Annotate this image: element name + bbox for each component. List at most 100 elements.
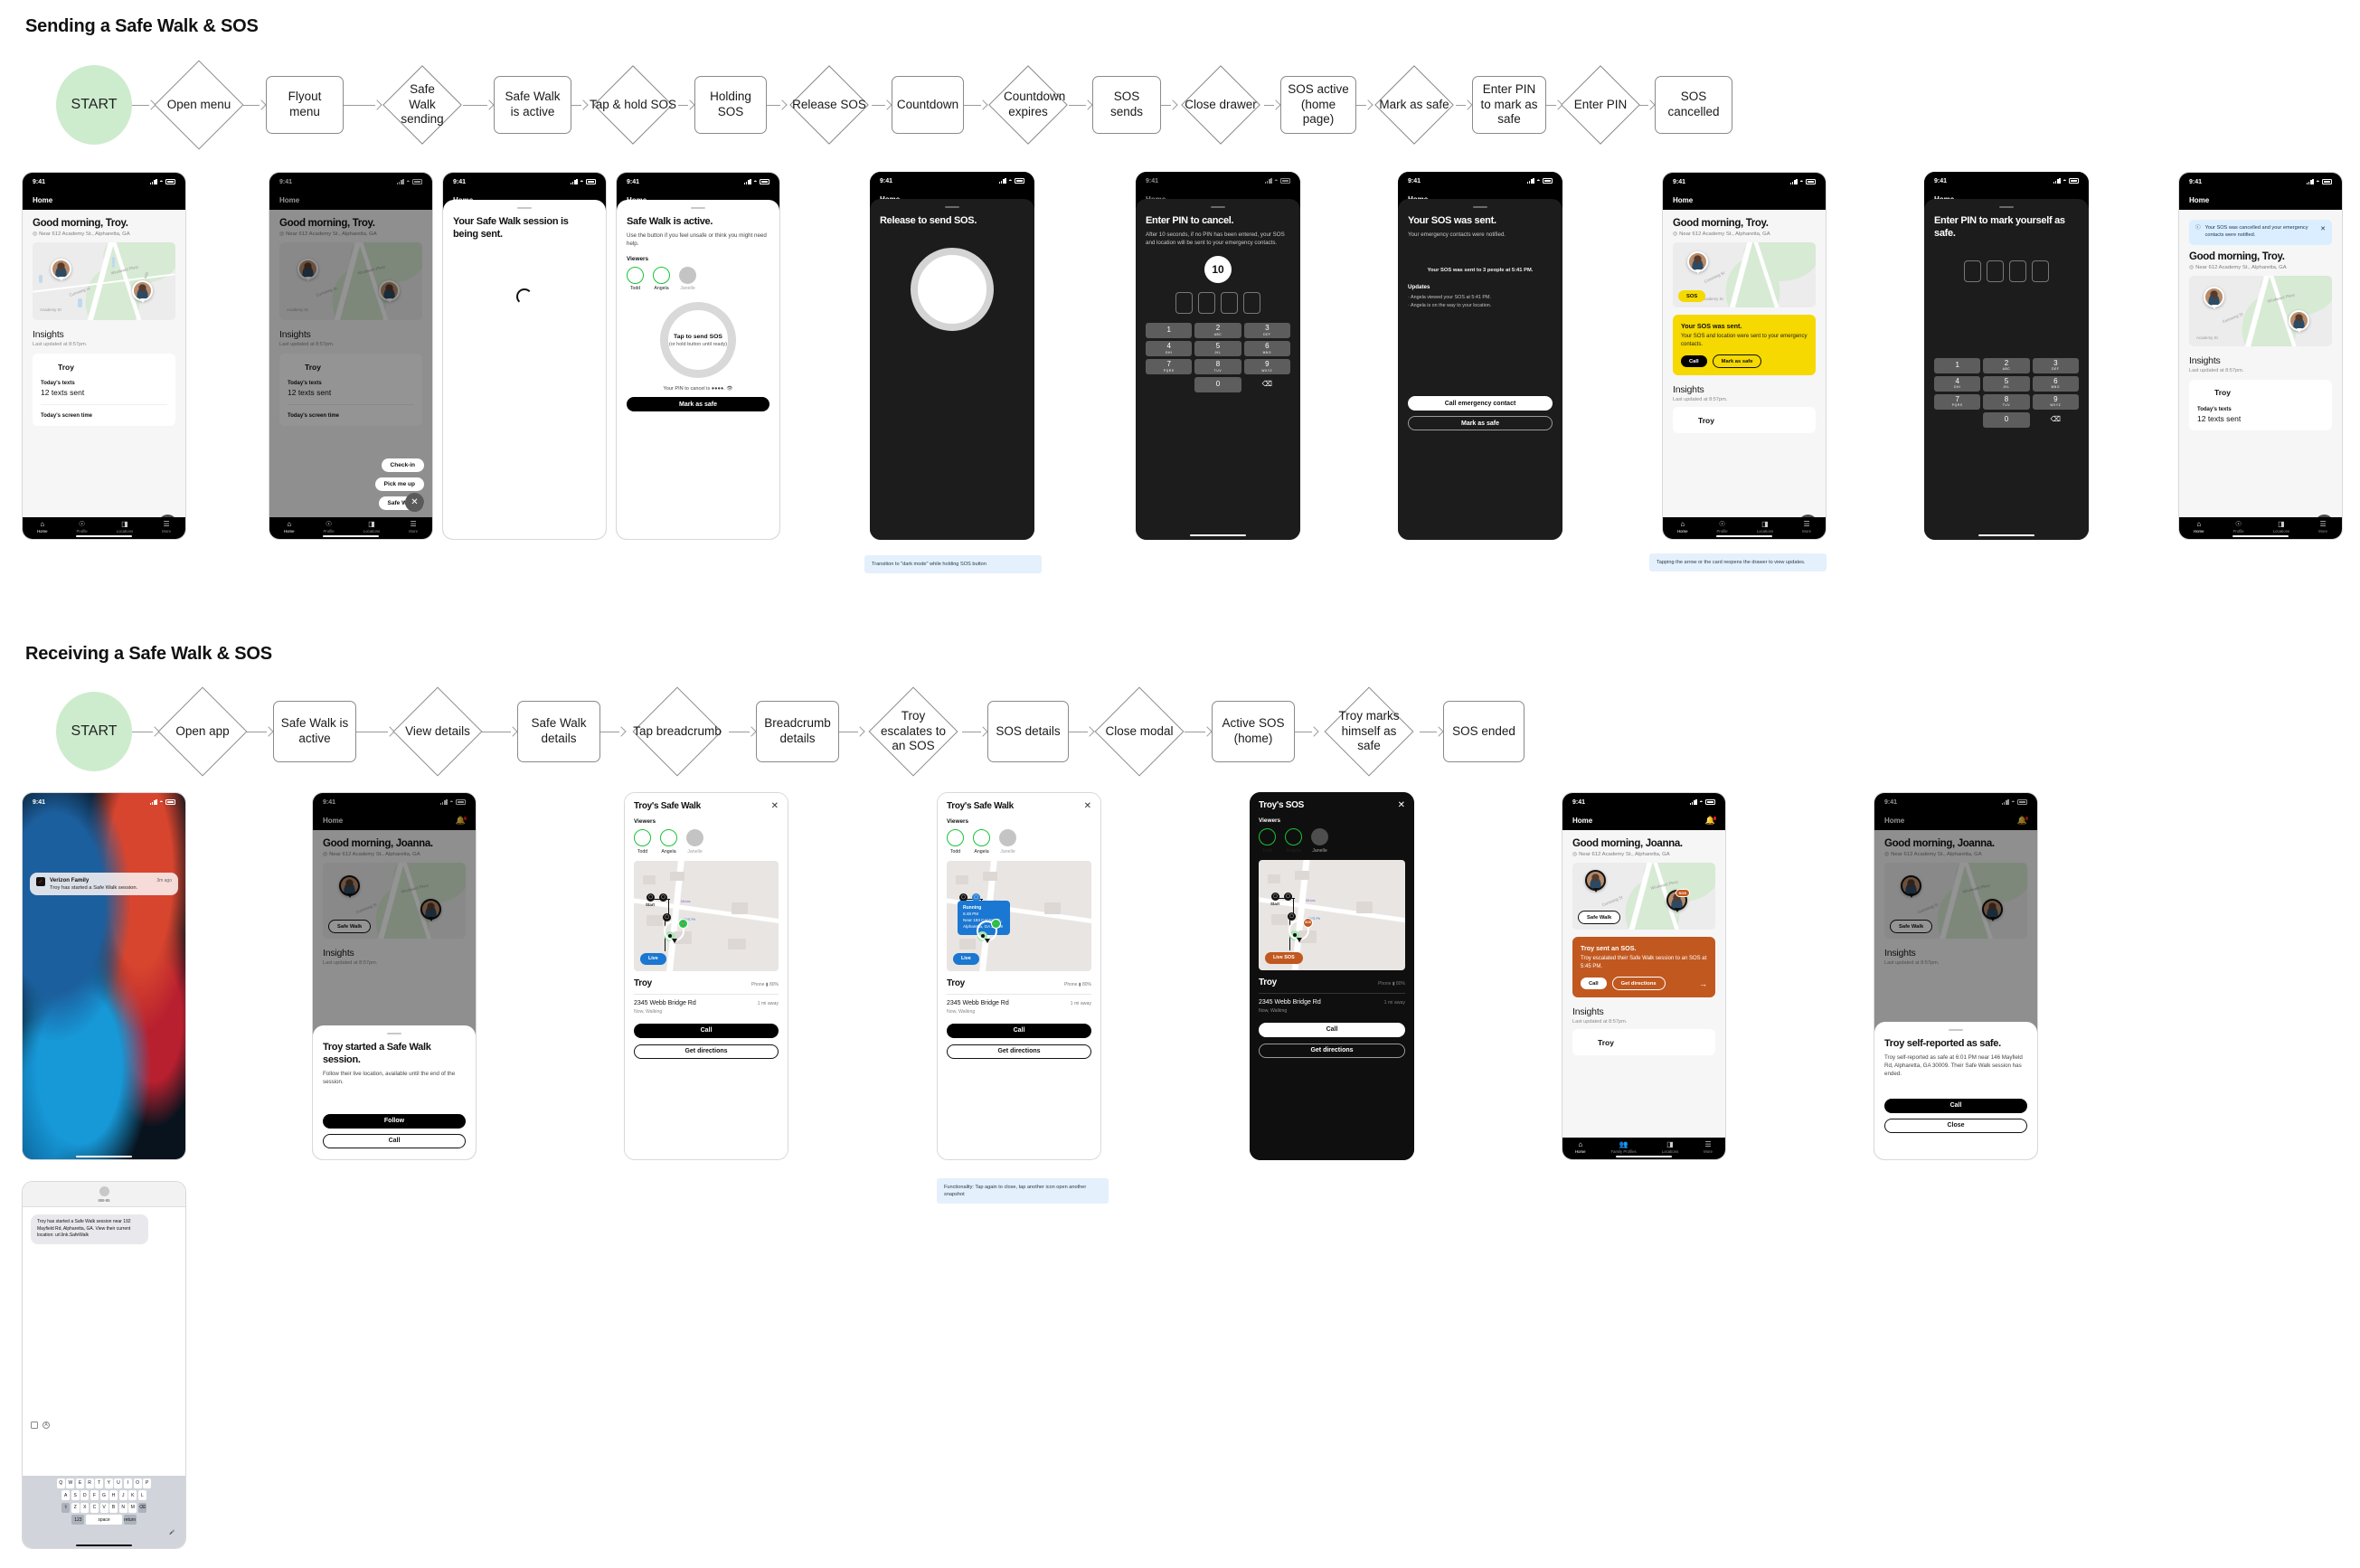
sheet-grabber[interactable] [1473,206,1487,209]
key-h[interactable]: H [109,1490,118,1501]
breadcrumb-map[interactable]: ◯ ◯ ◯ Start Midas CVS Ph SOS Live SOS [1259,859,1405,970]
key-0[interactable]: 0 [1194,376,1241,392]
flow1-node-mark-as-safe[interactable]: Mark as safe [1373,65,1456,145]
pin-box-3[interactable] [1221,291,1238,314]
flow1-node-countdown[interactable]: Countdown [892,76,964,134]
flow1-node-enter-pin-mark-safe[interactable]: Enter PIN to mark as safe [1472,76,1546,134]
home-map[interactable]: Windward Pkwy Cumming St SOS Safe Walk [1572,863,1715,930]
flow1-node-sos-active-home[interactable]: SOS active (home page) [1280,76,1356,134]
key-7[interactable]: 7 PQRS [1146,358,1193,374]
tab-home[interactable]: ⌂ Home [1575,1140,1585,1154]
call-button[interactable]: Call [323,1133,466,1148]
key-8[interactable]: 8 TUV [1983,393,2030,410]
key-3[interactable]: 3 DEF [2032,357,2079,373]
viewer-todd[interactable]: Todd [1259,828,1276,854]
tab-more[interactable]: ☰ More [162,520,171,534]
sos-button[interactable]: Tap to send SOS (or hold button until re… [660,302,736,379]
key-shift[interactable]: ⇧ [61,1502,71,1513]
call-button[interactable]: Call [1259,1022,1405,1037]
sheet-grabber[interactable] [1949,1029,1963,1032]
follow-button[interactable]: Follow [323,1113,466,1129]
viewer-angela[interactable]: Angela [653,266,670,291]
key-return[interactable]: return [123,1515,137,1525]
call-button[interactable]: Call [1884,1098,2027,1113]
key-6[interactable]: 6 MNO [2032,375,2079,392]
get-directions-button[interactable]: Get directions [634,1044,779,1059]
key-1[interactable]: 1 [1934,357,1981,373]
key-4[interactable]: 4 GHI [1934,375,1981,392]
mark-as-safe-button[interactable]: Mark as safe [1408,416,1553,431]
flow1-node-safe-walk-sending[interactable]: Safe Walk sending [382,65,463,145]
call-button[interactable]: Call [947,1023,1091,1038]
lock-notification[interactable]: ✓ Verizon Family 3m ago Troy has started… [30,873,178,895]
home-map[interactable]: Windward Pkwy Cumming St Academy St [2189,275,2332,346]
key-p[interactable]: P [143,1478,152,1488]
key-backspace[interactable]: ⌫ [2033,412,2079,428]
map-pin-troy[interactable]: 🚶 [664,918,688,941]
tab-home[interactable]: ⌂ Home [1677,520,1687,534]
key-u[interactable]: U [114,1478,123,1488]
key-d[interactable]: D [80,1490,90,1501]
flow2-node-breadcrumb-details[interactable]: Breadcrumb details [756,701,839,762]
key-0[interactable]: 0 [1983,411,2030,428]
key-i[interactable]: I [123,1478,132,1488]
keyboard[interactable]: Q W E R T Y U I O P A S D F G H J K L ⇧ … [23,1475,185,1548]
breadcrumb-map[interactable]: ◯ ◯ ◯ Start Midas CVS Ph 🚶 Live [634,860,779,971]
tab-locations[interactable]: ◨ Locations [1662,1140,1678,1154]
close-icon[interactable]: ✕ [771,801,779,811]
close-icon[interactable]: ✕ [2320,225,2326,234]
map-pin-joanna[interactable] [2204,286,2224,307]
pin-box-2[interactable] [1987,260,2004,282]
viewer-todd[interactable]: Todd [627,266,644,291]
pin-box-4[interactable] [1243,291,1260,314]
map-pin-joanna[interactable] [1687,251,1708,272]
key-v[interactable]: V [99,1502,109,1513]
call-button[interactable]: Call [634,1023,779,1038]
key-l[interactable]: L [137,1490,146,1501]
flow2-node-open-app[interactable]: Open app [157,686,248,777]
sheet-grabber[interactable] [517,207,532,210]
flow1-node-enter-pin[interactable]: Enter PIN [1561,65,1640,145]
tab-more[interactable]: ☰ More [409,520,418,534]
sos-alert-card[interactable]: Your SOS was sent. Your SOS and location… [1673,315,1816,376]
tab-profile[interactable]: ☉ Profile [1717,520,1728,534]
tab-profile[interactable]: ☉ Profile [2233,520,2244,534]
map-pin-troy[interactable] [2289,309,2309,331]
key-f[interactable]: F [90,1490,99,1501]
flow1-node-tap-hold-sos[interactable]: Tap & hold SOS [588,65,678,145]
key-j[interactable]: J [118,1490,127,1501]
key-6[interactable]: 6 MNO [1243,340,1290,356]
key-7[interactable]: 7 PQRS [1934,393,1981,410]
flow2-node-troy-marks-safe[interactable]: Troy marks himself as safe [1318,686,1420,777]
eye-icon[interactable]: 👁 [726,386,732,392]
tab-locations[interactable]: ◨ Locations [1757,520,1773,534]
flow1-node-countdown-expires[interactable]: Countdown expires [987,65,1069,145]
key-backspace[interactable]: ⌫ [137,1502,146,1513]
flow2-node-tap-breadcrumb[interactable]: Tap breadcrumb [626,686,729,777]
home-map[interactable]: Cumming St Academy St SOS [1673,242,1816,307]
flow2-node-close-modal[interactable]: Close modal [1094,686,1185,777]
key-o[interactable]: O [133,1478,142,1488]
key-8[interactable]: 8 TUV [1194,358,1241,374]
viewer-angela[interactable]: Angela [1285,828,1302,854]
pin-box-1[interactable] [1175,291,1193,314]
key-2[interactable]: 2 ABC [1194,322,1241,338]
key-m[interactable]: M [128,1502,137,1513]
tab-more[interactable]: ☰ More [2318,520,2327,534]
key-z[interactable]: Z [71,1502,80,1513]
sms-input-row[interactable]: A [23,1422,185,1429]
flow1-node-holding-sos[interactable]: Holding SOS [694,76,767,134]
key-e[interactable]: E [76,1478,85,1488]
map-pin-troy[interactable] [132,280,153,301]
flow2-node-safe-walk-details[interactable]: Safe Walk details [517,701,600,762]
viewer-angela[interactable]: Angela [973,829,990,855]
mark-as-safe-button[interactable]: Mark as safe [627,397,769,412]
sheet-grabber[interactable] [945,206,959,209]
breadcrumb-dot-1[interactable]: ◯ [1271,892,1279,901]
pin-box-2[interactable] [1198,291,1215,314]
close-button[interactable]: Close [1884,1118,2027,1133]
key-5[interactable]: 5 JKL [1194,340,1241,356]
key-r[interactable]: R [85,1478,94,1488]
sos-hold-button[interactable] [911,247,994,331]
arrow-right-icon[interactable]: → [1699,979,1707,988]
